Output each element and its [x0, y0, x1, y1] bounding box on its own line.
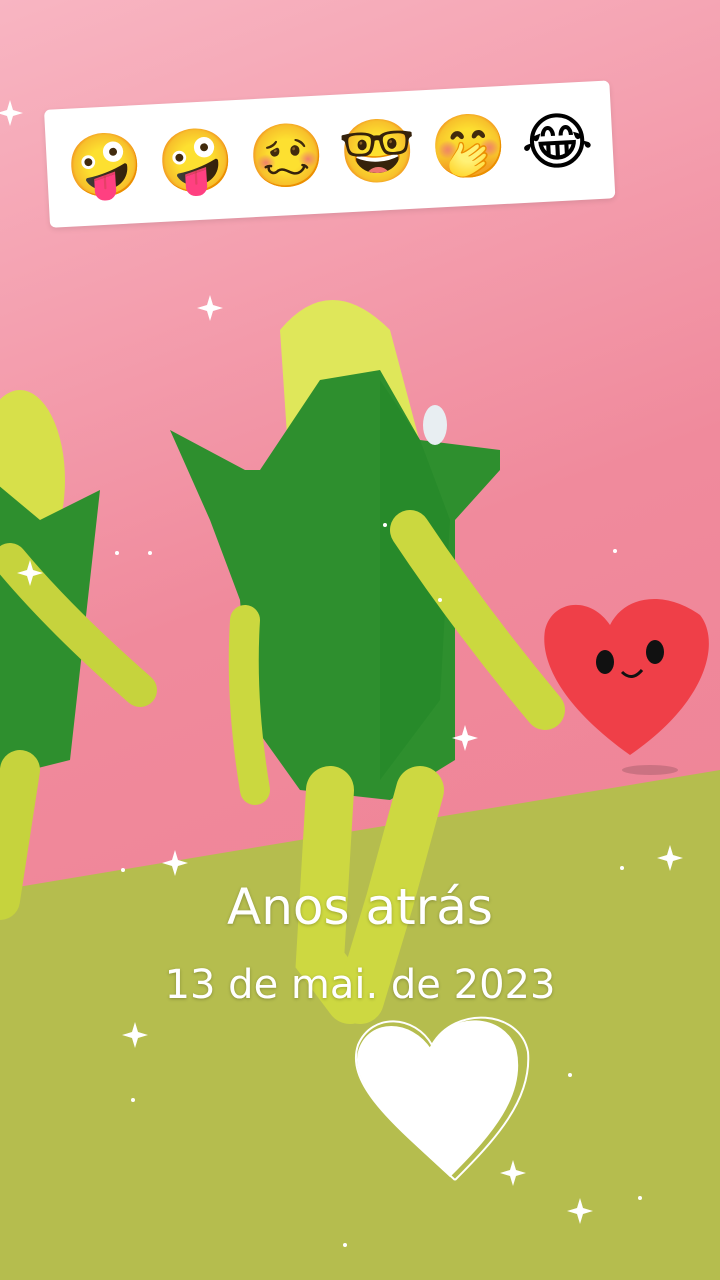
- zany-face-emoji: 🤪: [64, 126, 145, 204]
- woozy-face-emoji: 🥴: [246, 117, 327, 195]
- hand-over-mouth-emoji: 🤭: [428, 107, 509, 185]
- video-frame[interactable]: 🤪 🤪 🥴 🤓 🤭 😂 Anos atrás 13 de mai. de 202…: [0, 0, 720, 1280]
- green-ground: [0, 770, 720, 1280]
- zany-face-emoji: 🤪: [155, 122, 236, 200]
- memory-title: Anos atrás: [227, 878, 493, 936]
- memory-date: 13 de mai. de 2023: [164, 962, 556, 1008]
- tears-of-joy-emoji: 😂: [519, 103, 596, 181]
- smiling-heart-icon: [544, 598, 709, 775]
- corn-dancer-left: [0, 390, 157, 920]
- nerd-face-emoji: 🤓: [337, 112, 418, 190]
